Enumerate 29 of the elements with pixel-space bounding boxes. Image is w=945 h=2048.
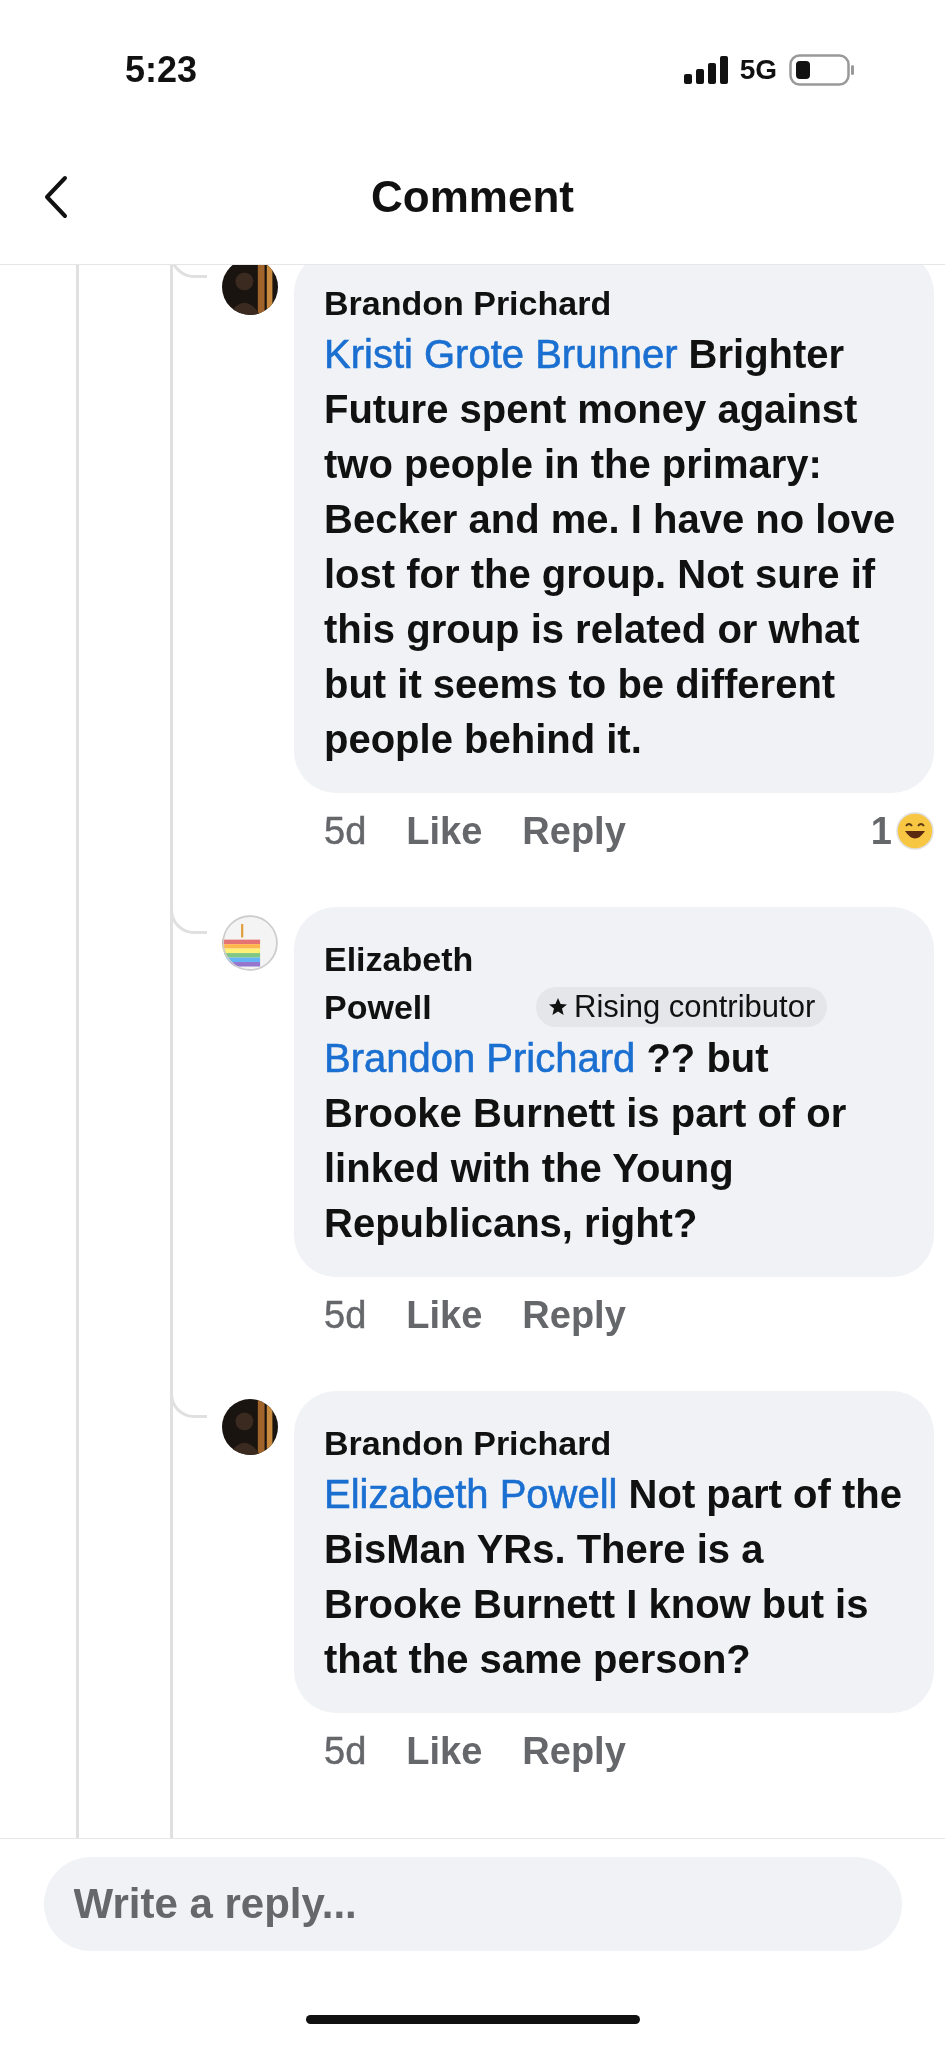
- author-name[interactable]: Elizabeth Powell: [324, 935, 524, 1031]
- comment-time: 5d: [324, 809, 367, 853]
- reply-field[interactable]: Write a reply...: [43, 1857, 902, 1951]
- battery-icon: [789, 54, 855, 86]
- contributor-badge: Rising contributor: [536, 987, 828, 1027]
- reply-button[interactable]: Reply: [522, 1293, 626, 1337]
- mention-link[interactable]: Elizabeth Powell: [324, 1472, 618, 1516]
- comment-text: Brandon Prichard ?? but Brooke Burnett is part of or linked with the Young Republicans, right?: [324, 1035, 848, 1247]
- mention-link[interactable]: Brandon Prichard: [324, 1036, 636, 1080]
- laughing-emoji-icon[interactable]: [896, 812, 934, 850]
- reaction-count: 1: [870, 809, 892, 853]
- status-time: 5:23: [125, 49, 198, 91]
- author-name[interactable]: Brandon Prichard: [324, 1419, 612, 1467]
- comment-time: 5d: [324, 1729, 367, 1773]
- like-button[interactable]: Like: [406, 1729, 483, 1773]
- network-label: 5G: [739, 54, 777, 86]
- signal-icon: [683, 56, 728, 84]
- avatar[interactable]: [222, 1399, 278, 1455]
- like-button[interactable]: Like: [406, 809, 483, 853]
- comment-text: Kristi Grote Brunner Brighter Future spent money against two people in the primary: Becker and me. I have no love lost for the group. Not sure if this group is related or what but it seems to be different people behind it.: [324, 331, 897, 763]
- author-name[interactable]: Brandon Prichard: [324, 279, 612, 327]
- mention-link[interactable]: Kristi Grote Brunner: [324, 332, 678, 376]
- reply-button[interactable]: Reply: [522, 809, 626, 853]
- like-button[interactable]: Like: [406, 1293, 483, 1337]
- comment-text: Elizabeth Powell Not part of the BisMan YRs. There is a Brooke Burnett I know but is that the same person?: [324, 1471, 903, 1683]
- reply-button[interactable]: Reply: [522, 1729, 626, 1773]
- comment-time: 5d: [324, 1293, 367, 1337]
- page-title: Comment: [371, 172, 574, 222]
- avatar[interactable]: [222, 265, 278, 315]
